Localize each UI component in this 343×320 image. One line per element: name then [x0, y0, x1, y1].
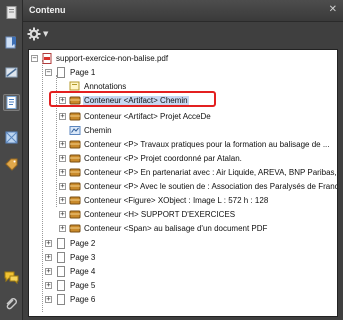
signatures-icon[interactable]	[3, 64, 20, 81]
expand-toggle[interactable]: +	[59, 113, 66, 120]
tree-page-label: Page 1	[70, 68, 96, 77]
container-icon	[69, 168, 81, 177]
tree-item-label: Conteneur <Span> au balisage d'un docume…	[84, 224, 268, 233]
tree-item-label: Conteneur <P> Travaux pratiques pour la …	[84, 140, 330, 149]
tree-item-row[interactable]: + Conteneur <Span> au balisage d'un docu…	[29, 222, 337, 235]
left-toolbar	[0, 0, 23, 320]
selection-highlight-box	[49, 91, 216, 107]
tree-item-label: Conteneur <H> SUPPORT D'EXERCICES	[84, 210, 236, 219]
expand-toggle[interactable]: +	[45, 282, 52, 289]
attachments-icon[interactable]	[3, 296, 20, 313]
page-icon	[57, 266, 65, 277]
path-icon	[69, 126, 81, 135]
container-icon	[69, 196, 81, 205]
tree-root-label: support-exercice-non-balise.pdf	[56, 54, 169, 63]
expand-toggle[interactable]: +	[45, 268, 52, 275]
container-icon	[69, 154, 81, 163]
tree-page-row[interactable]: + Page 4	[29, 265, 337, 278]
tree-item-label: Conteneur <P> Projet coordonné par Atala…	[84, 154, 242, 163]
tree-item-label: Conteneur <P> En partenariat avec : Air …	[84, 168, 338, 177]
tree-page-row[interactable]: + Page 2	[29, 237, 337, 250]
tree-item-row[interactable]: + Conteneur <P> Avec le soutien de : Ass…	[29, 180, 337, 193]
expand-toggle[interactable]: +	[59, 197, 66, 204]
expand-toggle[interactable]: +	[45, 296, 52, 303]
tree-item-row[interactable]: + Conteneur <Artifact> Projet AcceDe	[29, 110, 337, 123]
container-icon	[69, 224, 81, 233]
content-panel: Contenu ✕ ▼ − support-exercice-non-balis…	[23, 0, 343, 320]
expand-toggle[interactable]: +	[59, 169, 66, 176]
page-icon	[57, 252, 65, 263]
tree-item-row[interactable]: + Conteneur <Figure> XObject : Image L :…	[29, 194, 337, 207]
tree-item-row[interactable]: + Conteneur <P> En partenariat avec : Ai…	[29, 166, 337, 179]
tree-item-label: Conteneur <Figure> XObject : Image L : 5…	[84, 196, 269, 205]
container-icon	[69, 210, 81, 219]
tree-page-row[interactable]: + Page 5	[29, 279, 337, 292]
expand-toggle[interactable]: +	[59, 225, 66, 232]
content-icon[interactable]	[3, 94, 20, 111]
options-menu-button[interactable]: ▼	[27, 27, 48, 41]
content-tree[interactable]: − support-exercice-non-balise.pdf − Page…	[28, 49, 338, 317]
page-icon	[57, 67, 65, 78]
model-tree-icon[interactable]	[3, 129, 20, 146]
tree-page-row[interactable]: + Page 3	[29, 251, 337, 264]
page-icon	[57, 280, 65, 291]
tree-item-label: Chemin	[84, 126, 112, 135]
page-icon	[57, 238, 65, 249]
tree-page-label: Page 6	[70, 295, 96, 304]
container-icon	[69, 140, 81, 149]
comments-icon[interactable]	[3, 268, 20, 285]
expand-toggle[interactable]: +	[59, 183, 66, 190]
collapse-toggle[interactable]: −	[31, 55, 38, 62]
tree-item-row[interactable]: + Conteneur <P> Projet coordonné par Ata…	[29, 152, 337, 165]
expand-toggle[interactable]: +	[59, 211, 66, 218]
tree-page-label: Page 3	[70, 253, 96, 262]
container-icon	[69, 182, 81, 191]
tree-page-label: Page 5	[70, 281, 96, 290]
tree-item-label: Conteneur <Artifact> Projet AcceDe	[84, 112, 211, 121]
tree-root-row[interactable]: − support-exercice-non-balise.pdf	[29, 52, 337, 65]
expand-toggle[interactable]: +	[45, 254, 52, 261]
tree-item-label: Conteneur <P> Avec le soutien de : Assoc…	[84, 182, 338, 191]
tree-page-row[interactable]: − Page 1	[29, 66, 337, 79]
expand-toggle[interactable]: +	[59, 141, 66, 148]
tree-item-row[interactable]: + Conteneur <H> SUPPORT D'EXERCICES	[29, 208, 337, 221]
container-icon	[69, 112, 81, 121]
page-thumbnails-icon[interactable]	[3, 4, 20, 21]
bookmarks-icon[interactable]	[3, 34, 20, 51]
tree-item-label: Annotations	[84, 82, 127, 91]
panel-title: Contenu	[29, 5, 66, 15]
tree-page-label: Page 2	[70, 239, 96, 248]
pdf-file-icon	[42, 53, 52, 64]
tree-item-row[interactable]: Chemin	[29, 124, 337, 137]
expand-toggle[interactable]: +	[45, 240, 52, 247]
chevron-down-icon: ▼	[43, 30, 49, 38]
page-icon	[57, 294, 65, 305]
panel-header: Contenu ✕	[23, 0, 343, 22]
close-icon[interactable]: ✕	[329, 4, 337, 16]
gear-icon	[27, 27, 41, 41]
expand-toggle[interactable]: +	[59, 155, 66, 162]
tags-icon[interactable]	[3, 157, 20, 174]
tree-page-label: Page 4	[70, 267, 96, 276]
collapse-toggle[interactable]: −	[45, 69, 52, 76]
tree-page-row[interactable]: + Page 6	[29, 293, 337, 306]
tree-item-row[interactable]: + Conteneur <P> Travaux pratiques pour l…	[29, 138, 337, 151]
